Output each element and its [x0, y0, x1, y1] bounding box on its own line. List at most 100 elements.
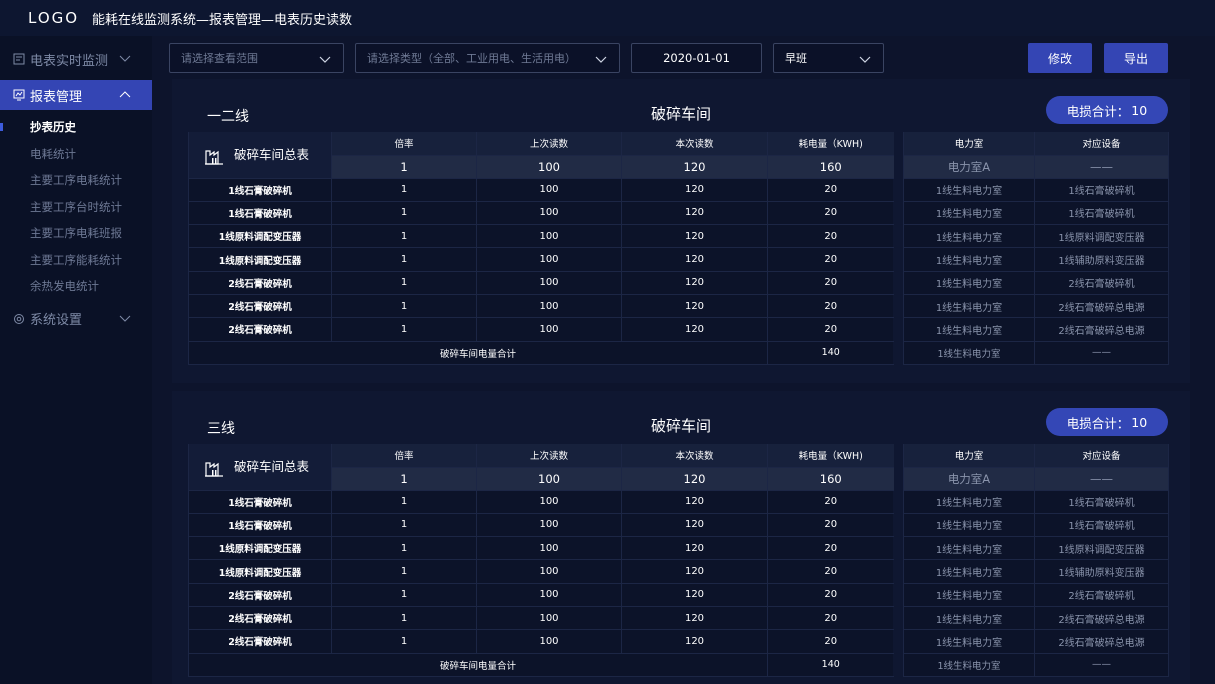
column-header: 耗电量（KWH) — [767, 444, 894, 468]
table-row: 1线生料电力室 2线石膏破碎机 — [903, 271, 1169, 295]
meter-reading-table: 破碎车间总表 倍率 上次读数 本次读数 耗电量（KWH) 1 100 120 1… — [188, 132, 894, 365]
scope-select[interactable]: 请选择查看范围 — [169, 43, 344, 73]
table-row: 1线石膏破碎机 1 100 120 20 — [188, 201, 894, 226]
power-room: 1线生料电力室 — [903, 490, 1035, 514]
last-reading: 100 — [476, 629, 622, 654]
power-room: 1线生料电力室 — [903, 178, 1035, 202]
total-device: —— — [1034, 155, 1169, 179]
device: 2线石膏破碎总电源 — [1034, 294, 1169, 319]
total-current-reading: 120 — [621, 467, 768, 491]
table-row: 2线石膏破碎机 1 100 120 20 — [188, 271, 894, 295]
loss-total-value: 10 — [1131, 414, 1148, 430]
power-room: 1线生料电力室 — [903, 317, 1035, 342]
nav-group-label: 系统设置 — [30, 313, 83, 328]
meter-reading-table: 破碎车间总表 倍率 上次读数 本次读数 耗电量（KWH) 1 100 120 1… — [188, 444, 894, 677]
rate: 1 — [331, 178, 477, 202]
shift-select-value: 早班 — [785, 52, 807, 65]
table-row: 2线石膏破碎机 1 100 120 20 — [188, 583, 894, 607]
table-row: 2线石膏破碎机 1 100 120 20 — [188, 317, 894, 342]
current-reading: 120 — [621, 536, 768, 561]
last-reading: 100 — [476, 583, 622, 607]
table-row: 1线原料调配变压器 1 100 120 20 — [188, 247, 894, 272]
sum-label: 破碎车间电量合计 — [188, 653, 768, 677]
total-last-reading: 100 — [476, 155, 622, 179]
table-row: 1线石膏破碎机 1 100 120 20 — [188, 513, 894, 538]
chevron-down-icon — [859, 53, 871, 65]
sidebar-item-waste-heat-stats[interactable]: 余热发电统计 — [0, 273, 152, 300]
column-header: 对应设备 — [1034, 444, 1169, 468]
nav-group-label: 电表实时监测 — [30, 53, 109, 69]
consumption: 20 — [767, 513, 894, 538]
current-reading: 120 — [621, 247, 768, 272]
meter-name: 2线石膏破碎机 — [188, 317, 332, 342]
column-header: 上次读数 — [476, 444, 622, 468]
device: 1线石膏破碎机 — [1034, 178, 1169, 202]
sum-value: 140 — [767, 341, 894, 365]
device: 1线辅助原料变压器 — [1034, 247, 1169, 272]
nav-group-report-management[interactable]: 报表管理 — [0, 80, 152, 110]
sidebar-item-power-stats[interactable]: 电耗统计 — [0, 141, 152, 168]
last-reading: 100 — [476, 606, 622, 631]
power-room: 1线生料电力室 — [903, 536, 1035, 561]
column-header: 倍率 — [331, 132, 477, 156]
device: 1线石膏破碎机 — [1034, 490, 1169, 514]
total-power-room: 电力室A — [903, 467, 1035, 491]
table-row: 1线生料电力室 1线石膏破碎机 — [903, 513, 1169, 538]
meter-name: 1线石膏破碎机 — [188, 490, 332, 514]
table-row: 1线生料电力室 2线石膏破碎总电源 — [903, 606, 1169, 631]
workshop-title: 破碎车间 — [650, 417, 711, 435]
factory-icon — [205, 461, 223, 477]
current-reading: 120 — [621, 490, 768, 514]
rate: 1 — [331, 224, 477, 249]
factory-icon — [205, 149, 223, 165]
table-row: 1线石膏破碎机 1 100 120 20 — [188, 178, 894, 202]
type-select[interactable]: 请选择类型（全部、工业用电、生活用电） — [355, 43, 620, 73]
table-row: 1线生料电力室 1线石膏破碎机 — [903, 201, 1169, 226]
last-reading: 100 — [476, 201, 622, 226]
scope-select-placeholder: 请选择查看范围 — [181, 52, 258, 65]
power-room: 1线生料电力室 — [903, 559, 1035, 584]
sum-label: 破碎车间电量合计 — [188, 341, 768, 365]
device: 1线辅助原料变压器 — [1034, 559, 1169, 584]
power-room-table: 电力室 对应设备 电力室A —— 1线生料电力室 1线石膏破碎机 1线生料电力室 1线… — [903, 132, 1169, 365]
edit-button[interactable]: 修改 — [1028, 43, 1092, 73]
consumption: 20 — [767, 629, 894, 654]
last-reading: 100 — [476, 294, 622, 319]
workshop-title: 破碎车间 — [650, 105, 711, 123]
last-reading: 100 — [476, 178, 622, 202]
rate: 1 — [331, 536, 477, 561]
date-field[interactable]: 2020-01-01 — [631, 43, 762, 73]
current-reading: 120 — [621, 606, 768, 631]
power-room: 1线生料电力室 — [903, 513, 1035, 538]
power-room: 1线生料电力室 — [903, 247, 1035, 272]
nav-group-system-settings[interactable]: 系统设置 — [0, 299, 152, 339]
table-row: 1线生料电力室 1线原料调配变压器 — [903, 224, 1169, 249]
chevron-down-icon — [595, 53, 607, 65]
sidebar-item-process-energy-stats[interactable]: 主要工序能耗统计 — [0, 247, 152, 274]
chevron-down-icon — [319, 53, 331, 65]
sidebar-item-process-shift-report[interactable]: 主要工序电耗班报 — [0, 220, 152, 247]
current-reading: 120 — [621, 629, 768, 654]
sidebar-item-meter-history[interactable]: 抄表历史 — [0, 114, 152, 141]
device: 2线石膏破碎总电源 — [1034, 606, 1169, 631]
total-last-reading: 100 — [476, 467, 622, 491]
nav-group-label: 报表管理 — [30, 89, 83, 105]
current-reading: 120 — [621, 224, 768, 249]
device: 2线石膏破碎总电源 — [1034, 317, 1169, 342]
column-header: 电力室 — [903, 444, 1035, 468]
table-row: 1线原料调配变压器 1 100 120 20 — [188, 559, 894, 584]
nav-group-meter-monitor[interactable]: 电表实时监测 — [0, 39, 152, 79]
table-row: 1线原料调配变压器 1 100 120 20 — [188, 536, 894, 561]
device: 1线原料调配变压器 — [1034, 536, 1169, 561]
sidebar-item-process-hour-stats[interactable]: 主要工序台时统计 — [0, 194, 152, 221]
device: 2线石膏破碎机 — [1034, 271, 1169, 295]
export-button[interactable]: 导出 — [1104, 43, 1168, 73]
total-rate: 1 — [331, 155, 477, 179]
table-row: 1线石膏破碎机 1 100 120 20 — [188, 490, 894, 514]
sidebar-item-process-power-stats[interactable]: 主要工序电耗统计 — [0, 167, 152, 194]
shift-select[interactable]: 早班 — [773, 43, 884, 73]
total-device: —— — [1034, 467, 1169, 491]
total-meter-cell: 破碎车间总表 — [188, 132, 332, 179]
power-room: 1线生料电力室 — [903, 271, 1035, 295]
current-reading: 120 — [621, 317, 768, 342]
